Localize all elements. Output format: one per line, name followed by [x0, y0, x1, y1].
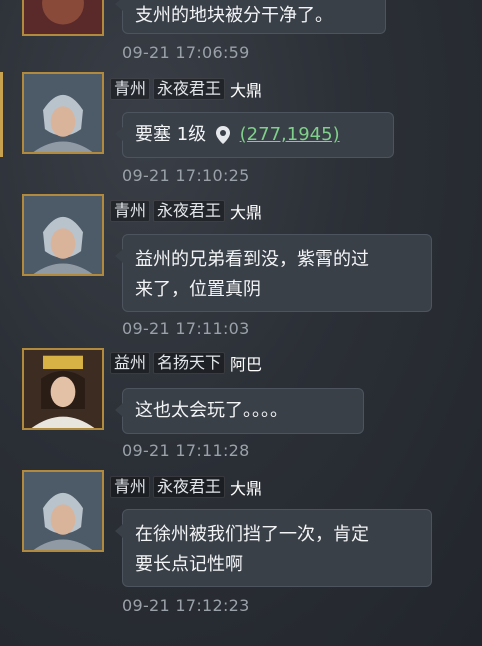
coordinate-link[interactable]: (277,1945) [240, 124, 340, 145]
guild-tag: 永夜君王 [153, 78, 226, 100]
guild-tag: 永夜君王 [153, 200, 226, 222]
guild-tag: 名扬天下 [153, 352, 226, 374]
timestamp: 09-21 17:11:03 [122, 319, 250, 338]
message-text-line: 益州的兄弟看到没，紫霄的过 [135, 249, 369, 270]
timestamp: 09-21 17:06:59 [122, 43, 250, 62]
message-bubble: 在徐州被我们挡了一次，肯定 要长点记性啊 [115, 509, 432, 587]
sender-name[interactable]: 阿巴 [228, 351, 262, 375]
avatar[interactable] [22, 470, 104, 552]
region-tag: 青州 [110, 200, 151, 222]
message-bubble: 益州的兄弟看到没，紫霄的过 来了，位置真阴 [115, 234, 432, 312]
sender-info: 青州 永夜君王 大鼎 [110, 476, 262, 498]
guild-tag: 永夜君王 [153, 476, 226, 498]
sender-name[interactable]: 大鼎 [228, 199, 262, 223]
sender-info: 益州 名扬天下 阿巴 [110, 352, 262, 374]
avatar[interactable] [22, 0, 104, 36]
message-bubble: 支州的地块被分干净了。 [115, 0, 386, 34]
sender-name[interactable]: 大鼎 [228, 475, 262, 499]
highlight-marker [0, 72, 3, 157]
region-tag: 青州 [110, 78, 151, 100]
avatar[interactable] [22, 194, 104, 276]
message-text: 这也太会玩了。。。。 [135, 400, 288, 421]
message-text-line: 要长点记性啊 [135, 554, 243, 575]
avatar[interactable] [22, 348, 104, 430]
message-text-line: 在徐州被我们挡了一次，肯定 [135, 524, 369, 545]
message-text: 支州的地块被分干净了。 [135, 5, 333, 26]
region-tag: 青州 [110, 476, 151, 498]
timestamp: 09-21 17:12:23 [122, 596, 250, 615]
sender-info: 青州 永夜君王 大鼎 [110, 78, 262, 100]
avatar[interactable] [22, 72, 104, 154]
map-pin-icon [215, 126, 230, 144]
timestamp: 09-21 17:11:28 [122, 441, 250, 460]
timestamp: 09-21 17:10:25 [122, 166, 250, 185]
message-bubble: 这也太会玩了。。。。 [115, 388, 364, 434]
message-bubble: 要塞 1级 (277,1945) [115, 112, 394, 158]
region-tag: 益州 [110, 352, 151, 374]
message-text-line: 来了，位置真阴 [135, 279, 261, 300]
sender-name[interactable]: 大鼎 [228, 77, 262, 101]
sender-info: 青州 永夜君王 大鼎 [110, 200, 262, 222]
message-text: 要塞 1级 [135, 124, 207, 145]
